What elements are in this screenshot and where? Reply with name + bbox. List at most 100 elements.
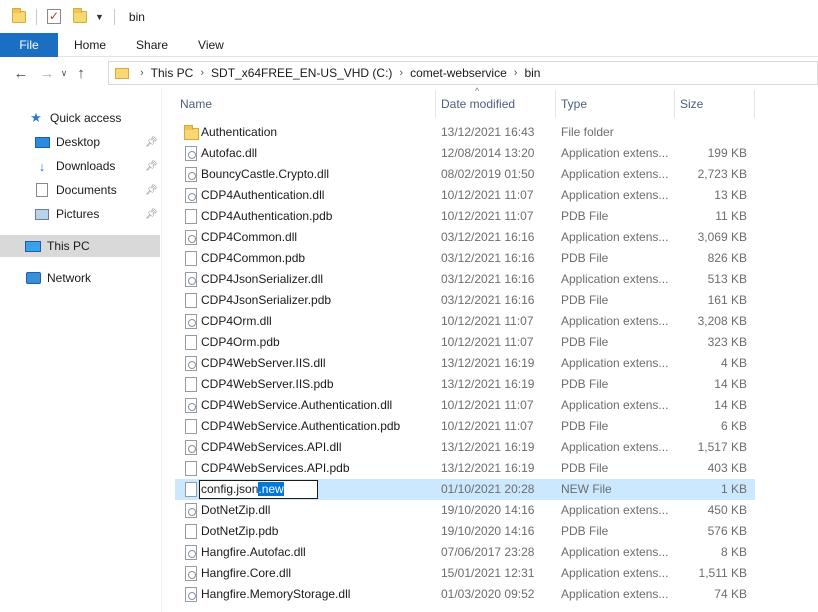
- pin-icon[interactable]: 📌︎: [145, 185, 158, 196]
- file-name[interactable]: CDP4Common.pdb: [201, 248, 439, 269]
- table-row[interactable]: Authentication 13/12/2021 16:43 File folde…: [175, 122, 755, 143]
- file-name[interactable]: CDP4JsonSerializer.dll: [201, 269, 439, 290]
- table-row[interactable]: CDP4WebServices.API.dll 13/12/2021 16:19 A…: [175, 437, 755, 458]
- column-type[interactable]: Type: [556, 90, 675, 118]
- column-name[interactable]: Name: [175, 90, 436, 118]
- column-date-modified[interactable]: Date modified: [436, 90, 556, 118]
- dll-file-icon: [183, 353, 199, 374]
- pin-icon[interactable]: 📌︎: [145, 161, 158, 172]
- address-bar[interactable]: › This PC › SDT_x64FREE_EN-US_VHD (C:) ›…: [108, 61, 818, 85]
- table-row[interactable]: CDP4JsonSerializer.pdb 03/12/2021 16:16 PD…: [175, 290, 755, 311]
- file-type: Application extens...: [561, 146, 669, 160]
- file-name[interactable]: Hangfire.Core.dll: [201, 563, 439, 584]
- file-name[interactable]: CDP4JsonSerializer.pdb: [201, 290, 439, 311]
- table-row[interactable]: CDP4Orm.dll 10/12/2021 11:07 Application e…: [175, 311, 755, 332]
- file-name[interactable]: CDP4WebServer.IIS.dll: [201, 353, 439, 374]
- chevron-right-icon[interactable]: ›: [514, 67, 518, 79]
- table-row[interactable]: BouncyCastle.Crypto.dll 08/02/2019 01:50 A…: [175, 164, 755, 185]
- sidebar-item-downloads[interactable]: ↓ Downloads 📌︎: [0, 155, 160, 177]
- table-row[interactable]: CDP4WebService.Authentication.pdb 10/12/2…: [175, 416, 755, 437]
- network-icon: [25, 270, 41, 286]
- back-arrow-icon[interactable]: ←: [10, 62, 32, 84]
- file-name[interactable]: CDP4Authentication.dll: [201, 185, 439, 206]
- sidebar-item-this-pc[interactable]: This PC: [0, 235, 160, 257]
- sidebar-item-quick-access[interactable]: ★ Quick access: [0, 107, 160, 129]
- rename-input[interactable]: config.json.new: [199, 480, 318, 499]
- sidebar-item-label: Network: [47, 271, 92, 285]
- chevron-right-icon[interactable]: ›: [140, 67, 144, 79]
- table-row[interactable]: DotNetZip.pdb 19/10/2020 14:16 PDB File 576…: [175, 521, 755, 542]
- table-row[interactable]: Hangfire.MemoryStorage.dll 01/03/2020 09:…: [175, 584, 755, 605]
- table-row[interactable]: CDP4WebService.Authentication.dll 10/12/2…: [175, 395, 755, 416]
- table-row[interactable]: Hangfire.Autofac.dll 07/06/2017 23:28 Appl…: [175, 542, 755, 563]
- breadcrumb-bin[interactable]: bin: [524, 66, 540, 80]
- tab-view[interactable]: View: [183, 33, 239, 57]
- file-name[interactable]: Authentication: [201, 122, 439, 143]
- file-date-modified: 15/01/2021 12:31: [441, 566, 535, 580]
- column-header: ^ Name Date modified Type Size: [175, 86, 755, 118]
- table-row[interactable]: CDP4Authentication.pdb 10/12/2021 11:07 PD…: [175, 206, 755, 227]
- breadcrumb-this-pc[interactable]: This PC: [151, 66, 194, 80]
- file-date-modified: 01/10/2021 20:28: [441, 482, 535, 496]
- file-icon: [183, 332, 199, 353]
- sidebar-item-network[interactable]: Network: [0, 267, 160, 289]
- up-arrow-icon[interactable]: ↑: [70, 62, 92, 84]
- new-folder-icon[interactable]: [73, 7, 87, 23]
- table-row[interactable]: CDP4Orm.pdb 10/12/2021 11:07 PDB File 323 K…: [175, 332, 755, 353]
- file-name[interactable]: Autofac.dll: [201, 143, 439, 164]
- recent-locations-chevron-icon[interactable]: ∨: [58, 68, 70, 79]
- table-row[interactable]: CDP4Common.pdb 03/12/2021 16:16 PDB File 82…: [175, 248, 755, 269]
- sidebar-item-documents[interactable]: Documents 📌︎: [0, 179, 160, 201]
- tab-file[interactable]: File: [0, 33, 58, 57]
- table-row[interactable]: CDP4JsonSerializer.dll 03/12/2021 16:16 Ap…: [175, 269, 755, 290]
- file-name[interactable]: CDP4WebServer.IIS.pdb: [201, 374, 439, 395]
- file-date-modified: 10/12/2021 11:07: [441, 188, 534, 202]
- pin-icon[interactable]: 📌︎: [145, 137, 158, 148]
- file-name[interactable]: DotNetZip.pdb: [201, 521, 439, 542]
- file-name[interactable]: DotNetZip.dll: [201, 500, 439, 521]
- table-row[interactable]: config.json.new 01/10/2021 20:28 NEW File 1…: [175, 479, 755, 500]
- table-row[interactable]: DotNetZip.dll 19/10/2020 14:16 Application…: [175, 500, 755, 521]
- chevron-right-icon[interactable]: ›: [200, 67, 204, 79]
- file-date-modified: 13/12/2021 16:19: [441, 356, 535, 370]
- forward-arrow-icon[interactable]: →: [36, 62, 58, 84]
- file-name[interactable]: CDP4WebService.Authentication.dll: [201, 395, 439, 416]
- file-type: PDB File: [561, 335, 609, 349]
- file-name[interactable]: CDP4WebServices.API.pdb: [201, 458, 439, 479]
- table-row[interactable]: CDP4WebServer.IIS.dll 13/12/2021 16:19 App…: [175, 353, 755, 374]
- file-name[interactable]: Hangfire.MemoryStorage.dll: [201, 584, 439, 605]
- tab-share[interactable]: Share: [121, 33, 183, 57]
- file-size: 1,517 KB: [697, 440, 747, 454]
- file-name[interactable]: CDP4Authentication.pdb: [201, 206, 439, 227]
- chevron-right-icon[interactable]: ›: [399, 67, 403, 79]
- file-name[interactable]: BouncyCastle.Crypto.dll: [201, 164, 439, 185]
- file-name[interactable]: CDP4Orm.pdb: [201, 332, 439, 353]
- breadcrumb-comet-webservice[interactable]: comet-webservice: [410, 66, 507, 80]
- dll-file-icon: [183, 500, 199, 521]
- table-row[interactable]: CDP4WebServer.IIS.pdb 13/12/2021 16:19 PDB…: [175, 374, 755, 395]
- table-row[interactable]: CDP4Common.dll 03/12/2021 16:16 Applicatio…: [175, 227, 755, 248]
- tab-home[interactable]: Home: [58, 33, 121, 57]
- table-row[interactable]: Hangfire.Core.dll 15/01/2021 12:31 Applica…: [175, 563, 755, 584]
- file-type: Application extens...: [561, 566, 669, 580]
- pin-icon[interactable]: 📌︎: [145, 209, 158, 220]
- file-name[interactable]: CDP4WebService.Authentication.pdb: [201, 416, 439, 437]
- customize-toolbar-dropdown-icon[interactable]: ▼: [95, 12, 104, 22]
- file-type: Application extens...: [561, 314, 669, 328]
- file-size: 3,069 KB: [697, 230, 747, 244]
- sidebar-item-pictures[interactable]: Pictures 📌︎: [0, 203, 160, 225]
- column-size[interactable]: Size: [675, 90, 755, 118]
- properties-icon[interactable]: ✓: [47, 9, 61, 24]
- table-row[interactable]: CDP4Authentication.dll 10/12/2021 11:07 Ap…: [175, 185, 755, 206]
- file-name[interactable]: CDP4Common.dll: [201, 227, 439, 248]
- file-icon: [183, 374, 199, 395]
- file-name[interactable]: Hangfire.Autofac.dll: [201, 542, 439, 563]
- file-name[interactable]: CDP4Orm.dll: [201, 311, 439, 332]
- sidebar-item-desktop[interactable]: Desktop 📌︎: [0, 131, 160, 153]
- dll-file-icon: [183, 143, 199, 164]
- file-name[interactable]: CDP4WebServices.API.dll: [201, 437, 439, 458]
- table-row[interactable]: Autofac.dll 12/08/2014 13:20 Application e…: [175, 143, 755, 164]
- file-size: 3,208 KB: [697, 314, 747, 328]
- table-row[interactable]: CDP4WebServices.API.pdb 13/12/2021 16:19 P…: [175, 458, 755, 479]
- breadcrumb-drive[interactable]: SDT_x64FREE_EN-US_VHD (C:): [211, 66, 392, 80]
